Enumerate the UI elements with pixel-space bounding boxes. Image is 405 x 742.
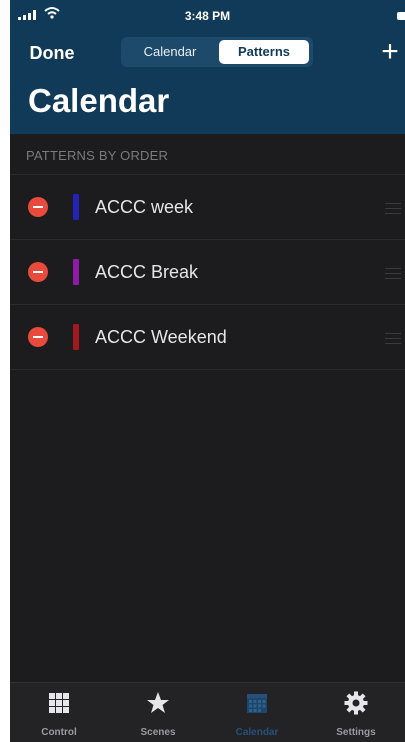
tabbar-label: Settings bbox=[336, 727, 376, 738]
segmented-control: Calendar Patterns bbox=[121, 37, 313, 67]
delete-icon[interactable] bbox=[28, 327, 48, 347]
tabbar-label: Control bbox=[41, 727, 77, 738]
pattern-list: ACCC week ACCC Break ACCC Weekend bbox=[10, 174, 405, 370]
pattern-color-swatch bbox=[73, 259, 79, 285]
header: 3:48 PM Done Calendar Patterns + Calenda… bbox=[10, 0, 405, 134]
section-header: PATTERNS BY ORDER bbox=[26, 148, 169, 163]
tabbar-item-settings[interactable]: Settings bbox=[307, 683, 405, 742]
battery-icon bbox=[397, 12, 405, 20]
status-time: 3:48 PM bbox=[184, 9, 231, 23]
delete-icon[interactable] bbox=[28, 262, 48, 282]
tab-calendar[interactable]: Calendar bbox=[125, 40, 215, 64]
done-button[interactable]: Done bbox=[22, 38, 82, 68]
pattern-name: ACCC Break bbox=[95, 262, 199, 282]
star-icon bbox=[147, 692, 169, 713]
tabbar-label: Scenes bbox=[140, 727, 176, 738]
tabbar-item-control[interactable]: Control bbox=[10, 683, 108, 742]
status-bar: 3:48 PM bbox=[10, 0, 405, 30]
gear-icon bbox=[344, 691, 368, 715]
reorder-handle-icon[interactable] bbox=[385, 268, 401, 279]
delete-icon[interactable] bbox=[28, 197, 48, 217]
tabbar-item-calendar[interactable]: Calendar bbox=[208, 683, 306, 742]
calendar-icon bbox=[247, 694, 267, 713]
pattern-name: ACCC week bbox=[95, 197, 194, 217]
grid-icon bbox=[49, 693, 69, 713]
tabbar-label: Calendar bbox=[235, 727, 279, 738]
list-item: ACCC Weekend bbox=[10, 305, 405, 370]
phone-screen: 3:48 PM Done Calendar Patterns + Calenda… bbox=[10, 0, 405, 742]
pattern-color-swatch bbox=[73, 324, 79, 350]
reorder-handle-icon[interactable] bbox=[385, 203, 401, 214]
tab-patterns[interactable]: Patterns bbox=[219, 40, 309, 64]
list-item: ACCC Break bbox=[10, 240, 405, 305]
tabbar-item-scenes[interactable]: Scenes bbox=[109, 683, 207, 742]
tab-bar: Control Scenes Calendar Settings bbox=[10, 682, 405, 742]
reorder-handle-icon[interactable] bbox=[385, 333, 401, 344]
pattern-name: ACCC Weekend bbox=[95, 327, 227, 347]
add-pattern-button[interactable]: + bbox=[377, 32, 403, 72]
list-item: ACCC week bbox=[10, 174, 405, 240]
page-title: Calendar bbox=[28, 82, 170, 119]
pattern-color-swatch bbox=[73, 194, 79, 220]
